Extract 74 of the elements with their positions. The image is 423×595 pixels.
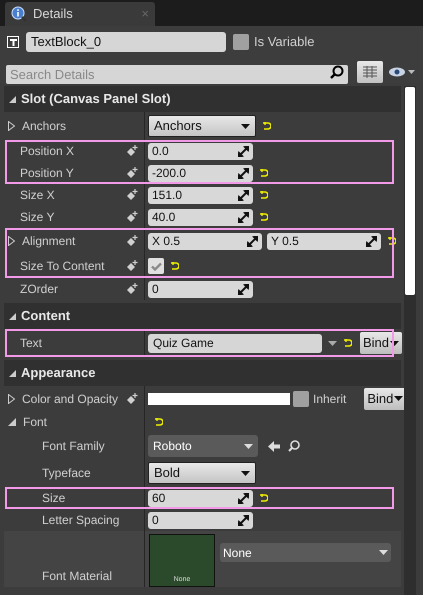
- number-field[interactable]: 0: [148, 512, 253, 528]
- dropdown[interactable]: Bold: [148, 462, 256, 484]
- drag-arrows-icon: [238, 492, 249, 504]
- number-field[interactable]: -200.0: [148, 164, 253, 182]
- property-label: Font Material: [42, 568, 112, 585]
- tab-label[interactable]: Details: [33, 4, 136, 24]
- caret-icon: [241, 124, 250, 128]
- collapse-arrow-icon: [9, 96, 16, 102]
- property-label: Text: [20, 335, 42, 352]
- checkbox[interactable]: [148, 258, 164, 274]
- is-variable-checkbox[interactable]: [233, 34, 249, 50]
- drag-arrows-icon: [238, 146, 249, 156]
- number-field[interactable]: 0: [148, 280, 253, 298]
- number-field[interactable]: Y 0.5: [267, 232, 381, 250]
- property-label: Typeface: [42, 465, 91, 482]
- drag-arrows-icon: [247, 236, 258, 246]
- drag-arrows-icon: [238, 168, 249, 178]
- scrollbar[interactable]: [404, 86, 416, 595]
- checkbox-label: Is Variable: [254, 33, 314, 52]
- number-field[interactable]: 40.0: [148, 208, 253, 226]
- caret-icon: [328, 340, 337, 346]
- number-field[interactable]: 0.0: [148, 142, 253, 160]
- info-magnifier-icon: [11, 6, 27, 22]
- property-label: Color and Opacity: [22, 390, 118, 408]
- property-label: Alignment: [22, 233, 76, 250]
- section-header[interactable]: Content: [4, 303, 401, 329]
- name-field[interactable]: TextBlock_0: [26, 32, 226, 52]
- arrow-left-icon: [268, 440, 280, 452]
- property-label: Font: [23, 414, 48, 431]
- property-label: ZOrder: [20, 281, 58, 298]
- caret-icon: [379, 550, 388, 555]
- search-icon: [288, 440, 300, 452]
- bind-button[interactable]: Bind: [364, 388, 406, 410]
- scrollbar-thumb[interactable]: [405, 87, 415, 295]
- property-label: Size Y: [20, 209, 54, 226]
- text-field[interactable]: Quiz Game: [148, 334, 322, 352]
- property-label: Size: [42, 490, 66, 507]
- bind-button[interactable]: Bind: [360, 332, 402, 354]
- view-options-button[interactable]: [357, 61, 383, 83]
- property-label: Position Y: [20, 165, 74, 182]
- collapse-arrow-icon: [9, 312, 16, 320]
- check-icon: [150, 262, 162, 270]
- search-field[interactable]: Search Details: [6, 64, 348, 84]
- number-field[interactable]: X 0.5: [148, 232, 262, 250]
- font-family-dropdown[interactable]: Roboto: [148, 435, 258, 457]
- drag-arrows-icon: [238, 212, 249, 222]
- number-field[interactable]: 151.0: [148, 186, 253, 204]
- checkbox-label: Inherit: [313, 390, 346, 408]
- property-label: Size X: [20, 187, 55, 204]
- dropdown[interactable]: Anchors: [148, 115, 256, 137]
- caret-icon: [394, 396, 404, 401]
- drag-arrows-icon: [238, 190, 249, 200]
- drag-arrows-icon: [238, 514, 249, 526]
- grid-icon: [363, 66, 377, 78]
- caret-icon: [244, 444, 253, 448]
- drag-arrows-icon: [238, 284, 249, 294]
- text-t-icon: [10, 38, 16, 46]
- property-label: Font Family: [42, 438, 105, 455]
- material-dropdown[interactable]: None: [220, 543, 391, 562]
- drag-arrows-icon: [366, 236, 377, 246]
- eye-icon: [389, 67, 415, 77]
- property-label: Size To Content: [20, 258, 104, 275]
- number-field[interactable]: 60: [148, 490, 253, 506]
- search-icon: [330, 64, 344, 78]
- property-label: Letter Spacing: [42, 512, 120, 529]
- section-header[interactable]: Slot (Canvas Panel Slot): [4, 86, 401, 112]
- color-swatch[interactable]: [148, 392, 290, 404]
- inherit-checkbox[interactable]: [293, 390, 309, 406]
- property-label: Anchors: [22, 118, 66, 135]
- caret-icon: [390, 340, 400, 346]
- section-header[interactable]: Appearance: [4, 360, 401, 386]
- caret-icon: [241, 470, 250, 476]
- property-label: Position X: [20, 143, 74, 160]
- collapse-arrow-icon: [9, 370, 16, 376]
